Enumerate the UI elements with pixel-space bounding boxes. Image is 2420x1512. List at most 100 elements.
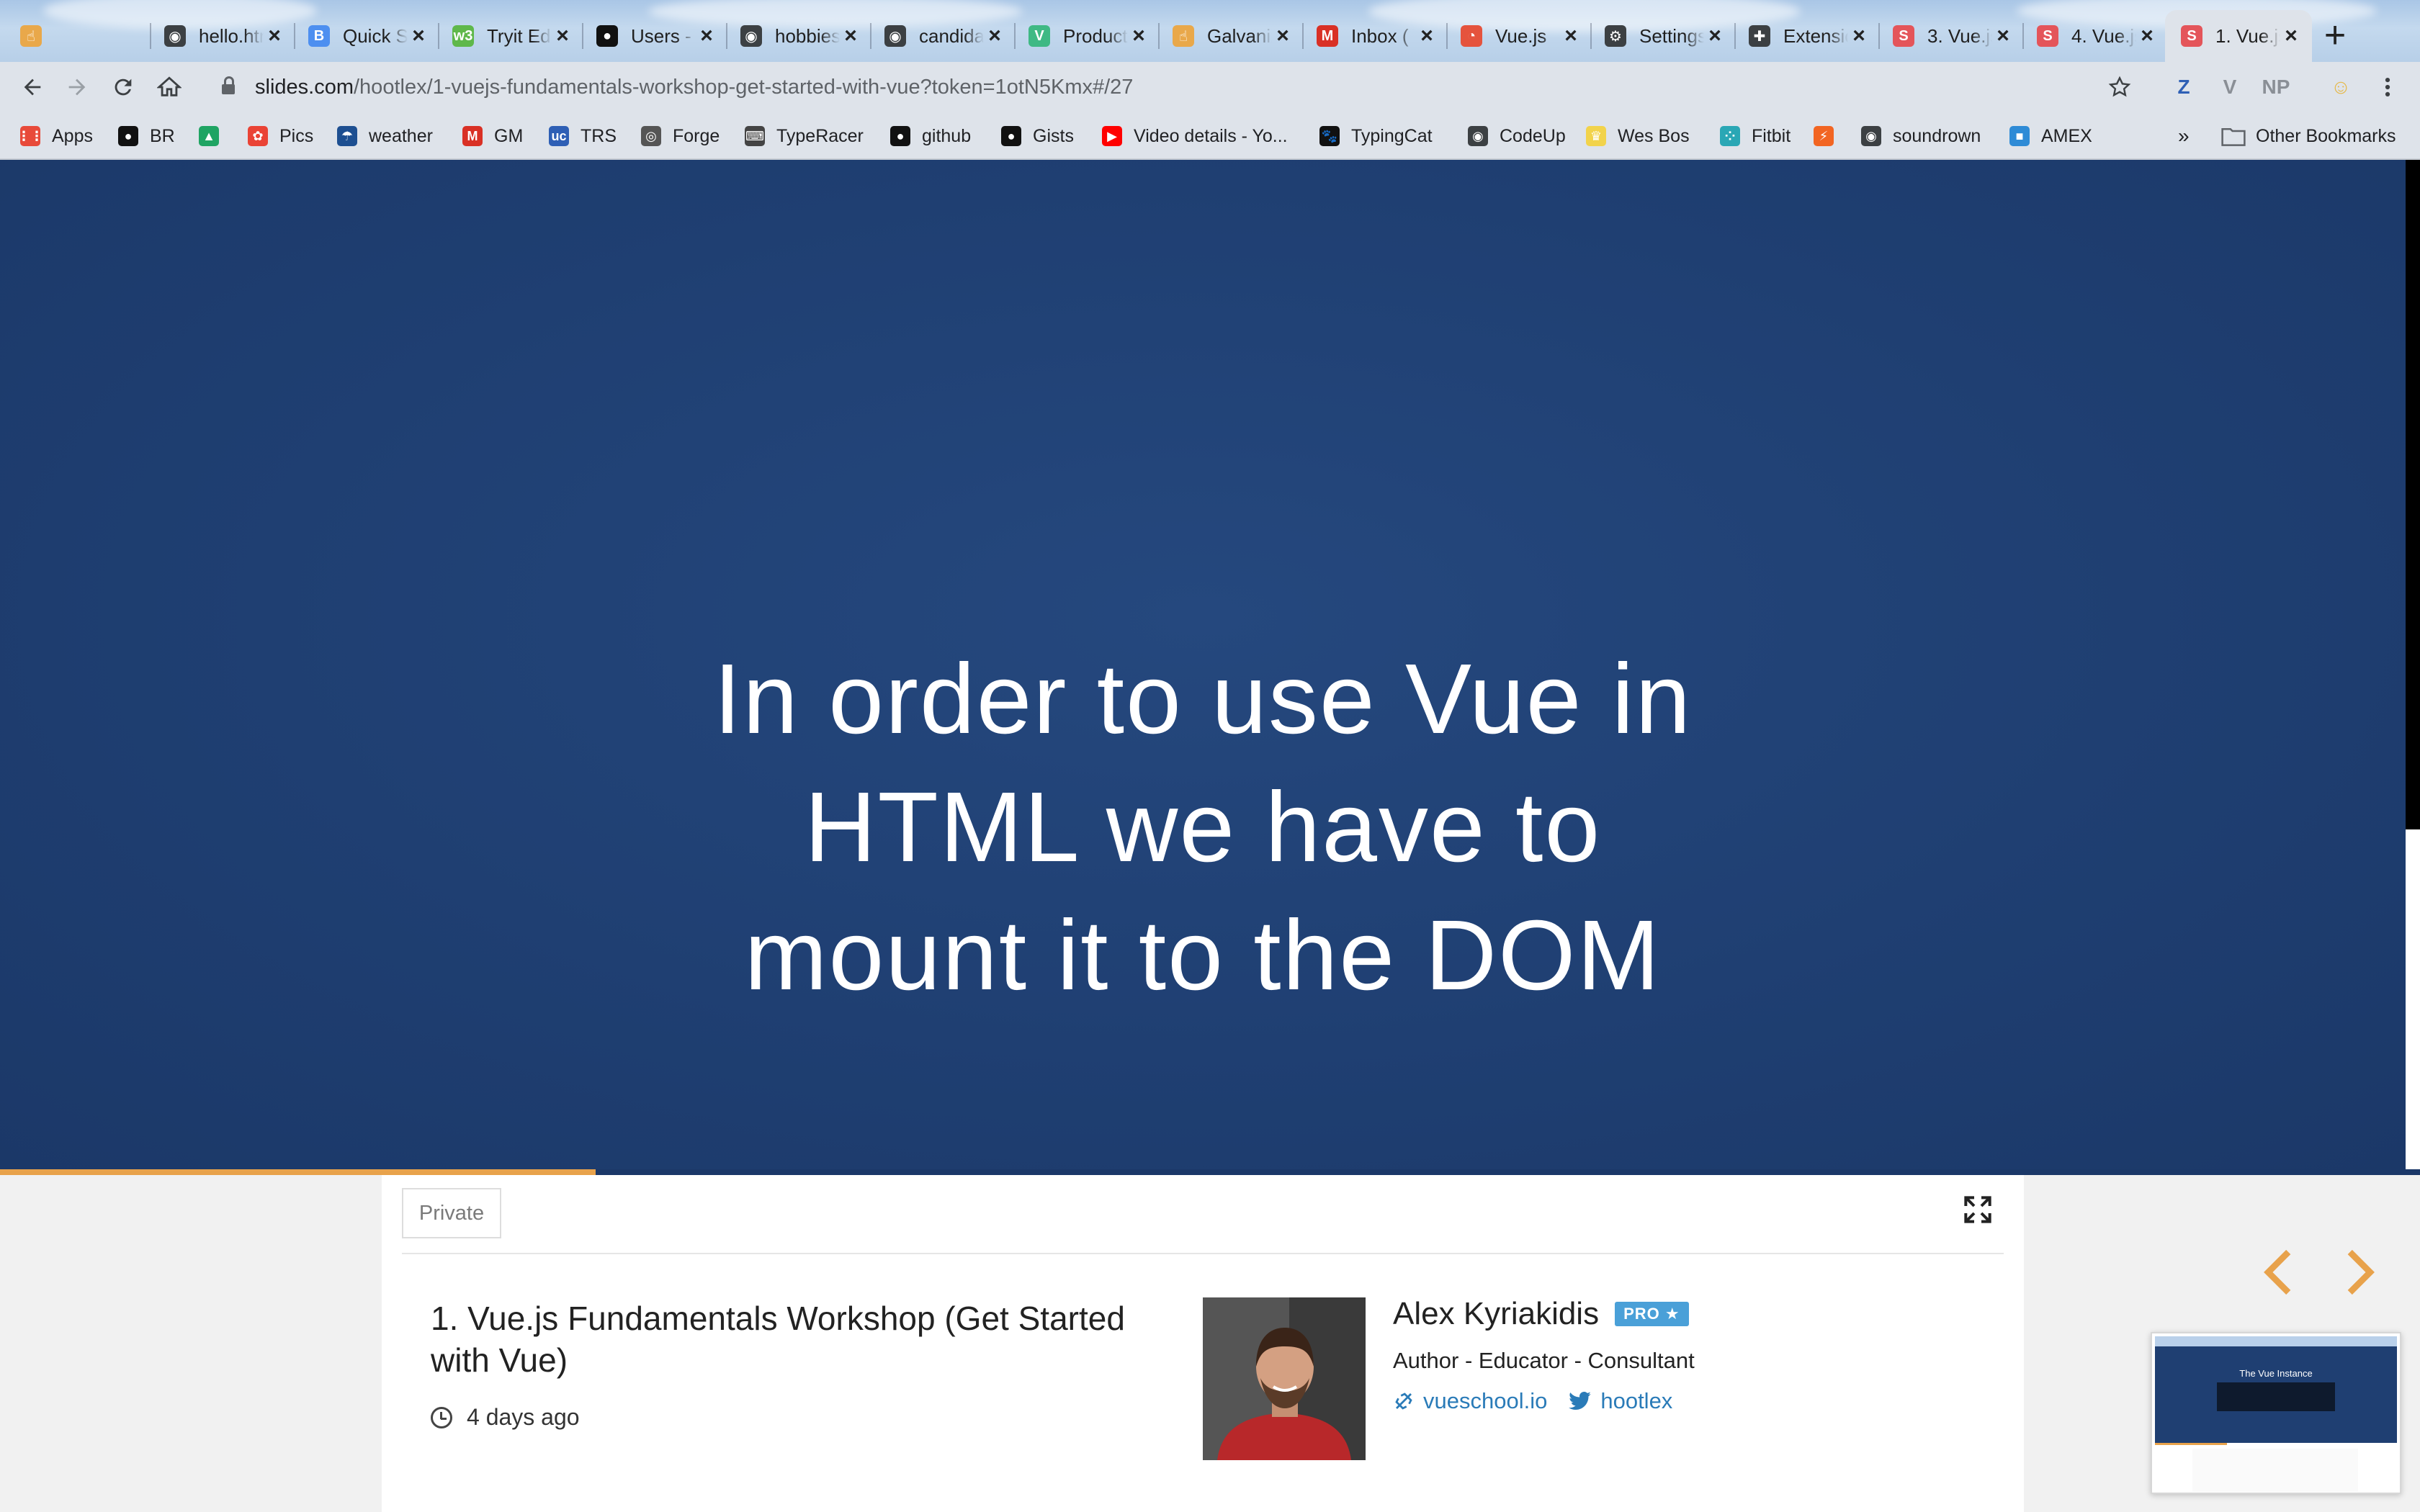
link-icon xyxy=(1395,1392,1412,1410)
browser-tab[interactable]: ◉ candidates× xyxy=(869,10,1016,62)
bookmark-item[interactable]: ☂ weather xyxy=(337,124,433,148)
close-tab-icon[interactable]: × xyxy=(1416,24,1438,48)
bookmark-item[interactable]: ⌨ TypeRacer xyxy=(745,124,864,148)
url-path: /hootlex/1-vuejs-fundamentals-workshop-g… xyxy=(354,75,1134,99)
np-extension-icon[interactable]: NP xyxy=(2262,72,2290,102)
previous-slide-arrow-icon[interactable] xyxy=(2254,1247,2305,1297)
bookmark-item[interactable]: ■ AMEX xyxy=(2009,124,2092,148)
browser-tab[interactable]: ◉ hello.html× xyxy=(148,10,295,62)
bookmark-item[interactable]: ✿ Pics xyxy=(248,124,313,148)
close-tab-icon[interactable]: × xyxy=(1992,24,2014,48)
paw-icon: 🐾 xyxy=(1319,126,1340,146)
drive-icon: ▲ xyxy=(199,126,219,146)
other-bookmarks-folder[interactable]: Other Bookmarks xyxy=(2221,124,2396,148)
gmail-icon: M xyxy=(462,126,483,146)
new-tab-button[interactable]: + xyxy=(2313,14,2357,58)
browser-tab[interactable]: M Inbox (× xyxy=(1301,10,1448,62)
browser-tab[interactable]: V Production× xyxy=(1013,10,1160,62)
bookmark-label: weather xyxy=(369,125,433,146)
browser-tab[interactable]: ✚ Extensions× xyxy=(1733,10,1880,62)
author-avatar[interactable] xyxy=(1203,1297,1366,1460)
bookmark-item[interactable]: ◎ Forge xyxy=(641,124,720,148)
deck-title[interactable]: 1. Vue.js Fundamentals Workshop (Get Sta… xyxy=(431,1297,1151,1381)
twitter-link[interactable]: hootlex xyxy=(1569,1388,1672,1414)
browser-tab[interactable]: ◔ Vue.js × xyxy=(1445,10,1592,62)
home-button[interactable] xyxy=(151,69,187,105)
bookmark-label: TRS xyxy=(581,125,617,146)
browser-tab[interactable]: S 3. Vue.js× xyxy=(1877,10,2024,62)
crown-icon: ♛ xyxy=(1586,126,1606,146)
profile-avatar-icon[interactable]: ☺ xyxy=(2326,72,2355,102)
bookmark-star-icon[interactable] xyxy=(2108,76,2131,99)
tab-title: Settings xyxy=(1639,24,1704,47)
bookmark-item[interactable]: ⋮⋮ Apps xyxy=(17,124,93,148)
address-bar[interactable]: slides.com/hootlex/1-vuejs-fundamentals-… xyxy=(200,68,2141,107)
forward-button[interactable] xyxy=(59,69,95,105)
bookmark-item[interactable]: ▲ xyxy=(199,124,230,148)
slide-heading-line: HTML we have to xyxy=(804,772,1602,883)
bookmark-label: Fitbit xyxy=(1752,125,1791,146)
bookmark-item[interactable]: ◉ CodeUp xyxy=(1468,124,1566,148)
close-tab-icon[interactable]: × xyxy=(1704,24,1726,48)
other-bookmarks-label: Other Bookmarks xyxy=(2256,125,2396,146)
bookmark-label: Gists xyxy=(1033,125,1074,146)
bookmark-item[interactable]: ⁘ Fitbit xyxy=(1720,124,1791,148)
slide-scrollbar[interactable] xyxy=(2406,160,2420,1175)
close-tab-icon[interactable]: × xyxy=(2136,24,2158,48)
scrollbar-thumb[interactable] xyxy=(2406,829,2420,1175)
bookmark-item[interactable]: ● BR xyxy=(118,124,175,148)
browser-tab[interactable]: B Quick Start× xyxy=(292,10,439,62)
close-tab-icon[interactable]: × xyxy=(984,24,1005,48)
close-tab-icon[interactable]: × xyxy=(408,24,429,48)
github-icon: ● xyxy=(118,126,138,146)
browser-tab[interactable]: S 4. Vue.js× xyxy=(2021,10,2168,62)
close-tab-icon[interactable]: × xyxy=(552,24,573,48)
back-button[interactable] xyxy=(14,69,50,105)
bookmark-item[interactable]: ● Gists xyxy=(1001,124,1074,148)
slide-heading: In order to use Vue in HTML we have to m… xyxy=(504,635,1901,1020)
close-tab-icon[interactable]: × xyxy=(1560,24,1582,48)
bookmark-item[interactable]: ◉ soundrown xyxy=(1861,124,1981,148)
bookmark-label: Forge xyxy=(673,125,720,146)
next-slide-arrow-icon[interactable] xyxy=(2334,1247,2384,1297)
website-link[interactable]: vueschool.io xyxy=(1393,1388,1547,1414)
browser-tab[interactable]: ⚙ Settings × xyxy=(1589,10,1736,62)
bookmark-item[interactable]: ♛ Wes Bos xyxy=(1586,124,1690,148)
close-tab-icon[interactable]: × xyxy=(840,24,861,48)
reload-button[interactable] xyxy=(105,69,141,105)
bookmark-item[interactable]: ⚡ xyxy=(1814,124,1845,148)
bookmark-item[interactable]: 🐾 TypingCat xyxy=(1319,124,1433,148)
browser-tab[interactable]: ☝ Galvanize× xyxy=(1157,10,1304,62)
fullscreen-icon[interactable] xyxy=(1963,1195,1992,1224)
browser-tab[interactable]: S 1. Vue.js× xyxy=(2165,10,2312,62)
close-tab-icon[interactable]: × xyxy=(264,24,285,48)
author-name[interactable]: Alex Kyriakidis PRO ★ xyxy=(1393,1296,1689,1332)
browser-tab[interactable]: w3 Tryit Editor× xyxy=(436,10,583,62)
zotero-extension-icon[interactable]: Z xyxy=(2169,72,2198,102)
close-tab-icon[interactable]: × xyxy=(1128,24,1150,48)
close-tab-icon[interactable]: × xyxy=(1272,24,1294,48)
browser-tab[interactable]: ● Users - GitHub× xyxy=(581,10,727,62)
bookmark-item[interactable]: ● github xyxy=(890,124,971,148)
vue-devtools-extension-icon[interactable]: V xyxy=(2215,72,2244,102)
browser-tab[interactable]: ☝ xyxy=(4,10,151,62)
bookmarks-overflow-button[interactable]: » xyxy=(2178,124,2190,148)
close-tab-icon[interactable]: × xyxy=(1848,24,1870,48)
tab-title: Galvanize xyxy=(1207,24,1272,47)
gear-favicon-icon: ⚙ xyxy=(1605,25,1626,47)
tab-title: Users - GitHub xyxy=(631,24,696,47)
bookmark-item[interactable]: ▶ Video details - Yo... xyxy=(1102,124,1288,148)
bookmark-item[interactable]: uc TRS xyxy=(549,124,617,148)
back-arrow-icon xyxy=(24,78,41,96)
close-tab-icon[interactable]: × xyxy=(2280,24,2302,48)
browser-menu-button[interactable] xyxy=(2370,69,2406,105)
bookmark-item[interactable]: M GM xyxy=(462,124,523,148)
close-tab-icon[interactable]: × xyxy=(696,24,717,48)
github-icon: ● xyxy=(890,126,910,146)
typeracer-icon: ⌨ xyxy=(745,126,765,146)
tab-title: Vue.js xyxy=(1495,24,1547,47)
browser-tab[interactable]: ◉ hobbies × xyxy=(725,10,871,62)
github-icon: ● xyxy=(1001,126,1021,146)
slide-preview-thumbnail[interactable]: The Vue Instance xyxy=(2151,1332,2401,1494)
presentation-slide[interactable]: In order to use Vue in HTML we have to m… xyxy=(0,160,2406,1295)
